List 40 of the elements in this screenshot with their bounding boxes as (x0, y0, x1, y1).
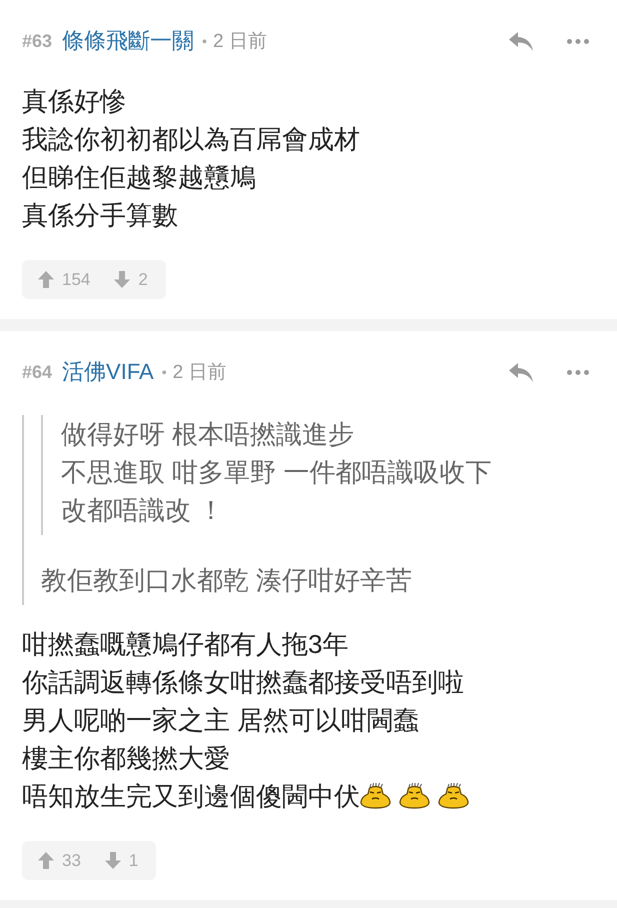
down-arrow-icon (104, 852, 121, 869)
comment-line: 真係分手算數 (22, 198, 178, 232)
face-emoji-icon (438, 783, 469, 809)
comment-line: 樓主你都幾撚大愛 (22, 742, 230, 774)
downvote-button[interactable]: 1 (104, 850, 138, 870)
face-emoji-icon (399, 783, 430, 809)
quote-text: 不思進取 咁多單野 一件都唔識吸收下 (61, 456, 492, 488)
face-emoji-icon (360, 783, 391, 809)
post-time: 2 日前 (172, 361, 226, 385)
reply-button[interactable] (509, 32, 533, 50)
post-number: #64 (22, 362, 52, 382)
downvote-button[interactable]: 2 (114, 270, 148, 290)
up-arrow-icon (38, 271, 54, 288)
post-number: #63 (22, 30, 52, 52)
comment-line: 你話調返轉係條女咁撚蠢都接受唔到啦 (22, 666, 464, 698)
bullet-separator: • (162, 364, 167, 380)
post-time: 2 日前 (212, 30, 267, 54)
more-icon (567, 38, 589, 44)
more-button[interactable] (567, 38, 589, 44)
reply-icon (509, 32, 533, 50)
quote-text: 改都唔識改 ！ (61, 494, 224, 526)
username-link[interactable]: 活佛VIFA (62, 357, 154, 387)
down-arrow-icon (114, 271, 130, 288)
comment-line: 我諗你初初都以為百屌會成材 (22, 122, 360, 156)
reply-icon (509, 362, 533, 382)
upvote-button[interactable]: 154 (38, 270, 90, 290)
more-button[interactable] (567, 370, 589, 374)
comment-line: 真係好慘 (22, 84, 126, 118)
quote-text: 做得好呀 根本唔撚識進步 (61, 418, 354, 450)
reply-button[interactable] (509, 362, 533, 382)
quote-text: 教佢教到口水都乾 湊仔咁好辛苦 (41, 564, 412, 596)
username-link[interactable]: 條條飛斷一關 (62, 26, 194, 56)
bullet-separator: • (202, 33, 207, 49)
up-arrow-icon (38, 852, 54, 869)
comment-line: 但睇住佢越黎越戇鳩 (22, 160, 256, 194)
comment-line: 唔知放生完又到邊個傻閪中伏 (22, 780, 360, 812)
upvote-button[interactable]: 33 (38, 850, 81, 870)
more-icon (567, 370, 589, 374)
comment-line: 男人呢啲一家之主 居然可以咁閪蠢 (22, 704, 420, 736)
comment-line: 咁撚蠢嘅戇鳩仔都有人拖3年 (22, 628, 348, 660)
